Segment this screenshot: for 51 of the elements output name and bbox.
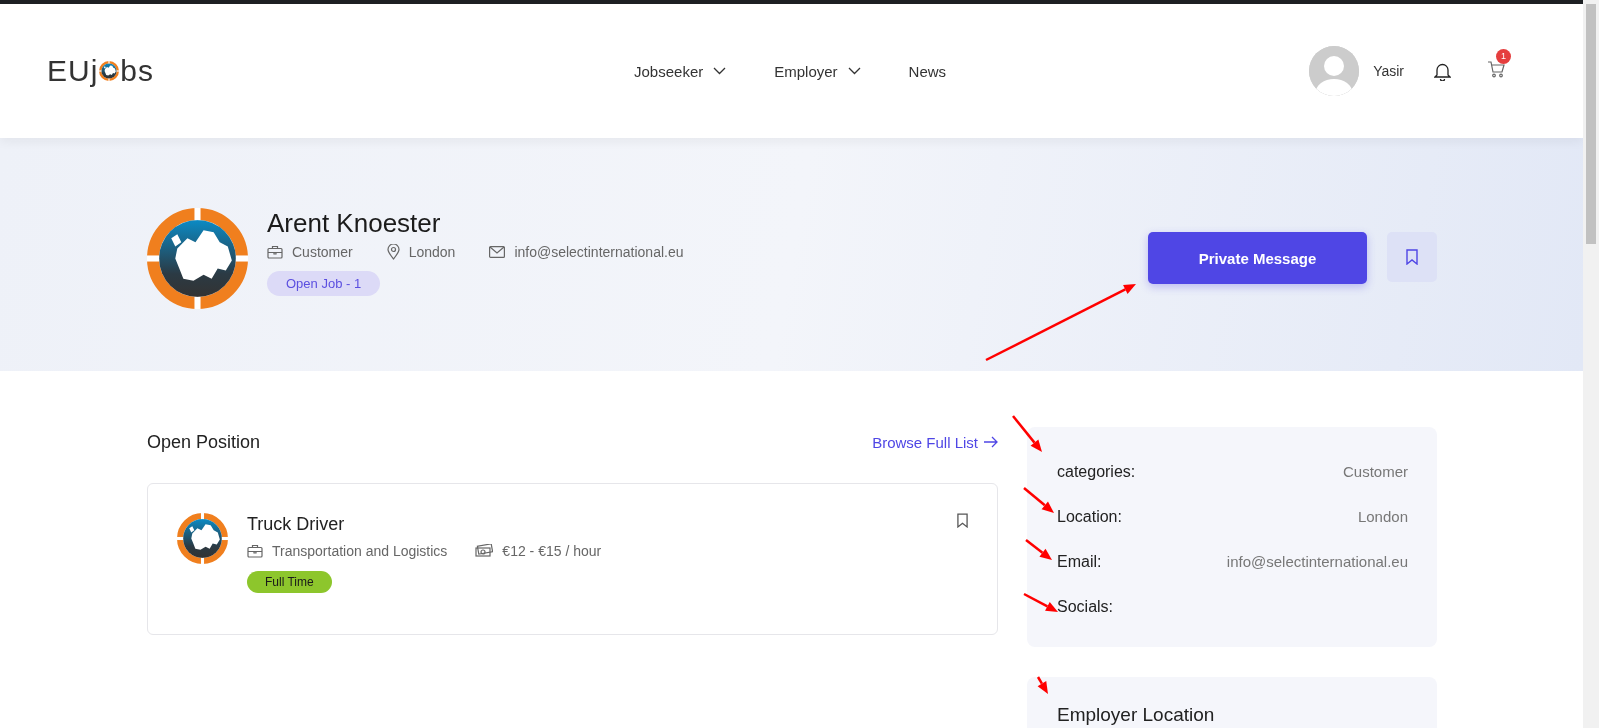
job-category: Transportation and Logistics	[272, 543, 448, 559]
envelope-icon	[489, 246, 506, 258]
detail-label: categories:	[1057, 463, 1136, 481]
detail-label: Location:	[1057, 508, 1122, 526]
globe-logo-icon	[177, 513, 228, 564]
private-message-button[interactable]: Private Message	[1148, 232, 1367, 284]
banknote-icon	[475, 544, 494, 558]
detail-label: Email:	[1057, 553, 1102, 571]
job-type-tag: Full Time	[247, 571, 332, 593]
arrow-right-icon	[984, 436, 998, 448]
briefcase-icon	[267, 245, 283, 259]
location-text: London	[408, 244, 456, 260]
bookmark-icon	[957, 513, 968, 528]
browse-full-list-link[interactable]: Browse Full List	[872, 433, 998, 451]
employer-location-title: Employer Location	[1057, 704, 1216, 726]
briefcase-icon	[247, 544, 263, 558]
bookmark-icon	[1406, 249, 1418, 265]
detail-value: info@selectinternational.eu	[1226, 553, 1408, 570]
detail-value: Customer	[1342, 463, 1408, 480]
logo-text[interactable]: bs	[120, 56, 155, 86]
detail-value: London	[1357, 508, 1408, 525]
employer-name: Arent Knoester	[267, 208, 442, 238]
salary-text: €12 - €15 / hour	[502, 543, 602, 559]
section-title: Open Position	[147, 431, 261, 453]
email-text: info@selectinternational.eu	[514, 244, 684, 260]
user-name[interactable]: Yasir	[1373, 63, 1404, 79]
detail-label: Socials:	[1057, 598, 1114, 616]
cart-count-badge: 1	[1496, 48, 1511, 64]
nav-menu-item[interactable]: Jobseeker	[634, 62, 727, 80]
annotation-arrow	[1036, 676, 1048, 694]
nav-menu-item[interactable]: Employer	[774, 62, 861, 80]
job-card[interactable]: Truck Driver Transportation and Logistics €12 - €15 / hour Full Time	[147, 483, 998, 635]
logo-text[interactable]: EUj	[47, 56, 99, 86]
scrollbar-thumb[interactable]	[1586, 4, 1596, 244]
annotation-arrow	[1023, 487, 1054, 513]
bookmark-button[interactable]	[957, 513, 968, 531]
location-pin-icon	[386, 244, 400, 260]
bell-icon[interactable]	[1434, 61, 1451, 81]
nav-menu-item[interactable]: News	[908, 62, 947, 80]
chevron-down-icon	[847, 67, 861, 75]
globe-logo-icon	[147, 208, 248, 309]
open-jobs-badge: Open Job - 1	[267, 271, 381, 296]
category-text: Customer	[292, 244, 353, 260]
annotation-arrow	[1012, 415, 1042, 452]
chevron-down-icon	[713, 67, 727, 75]
job-title[interactable]: Truck Driver	[247, 513, 602, 535]
globe-logo-icon	[99, 61, 120, 81]
annotation-arrow	[1025, 539, 1052, 560]
annotation-arrow	[1023, 592, 1058, 612]
bookmark-button[interactable]	[1387, 232, 1437, 282]
cart-icon[interactable]	[1487, 60, 1505, 78]
